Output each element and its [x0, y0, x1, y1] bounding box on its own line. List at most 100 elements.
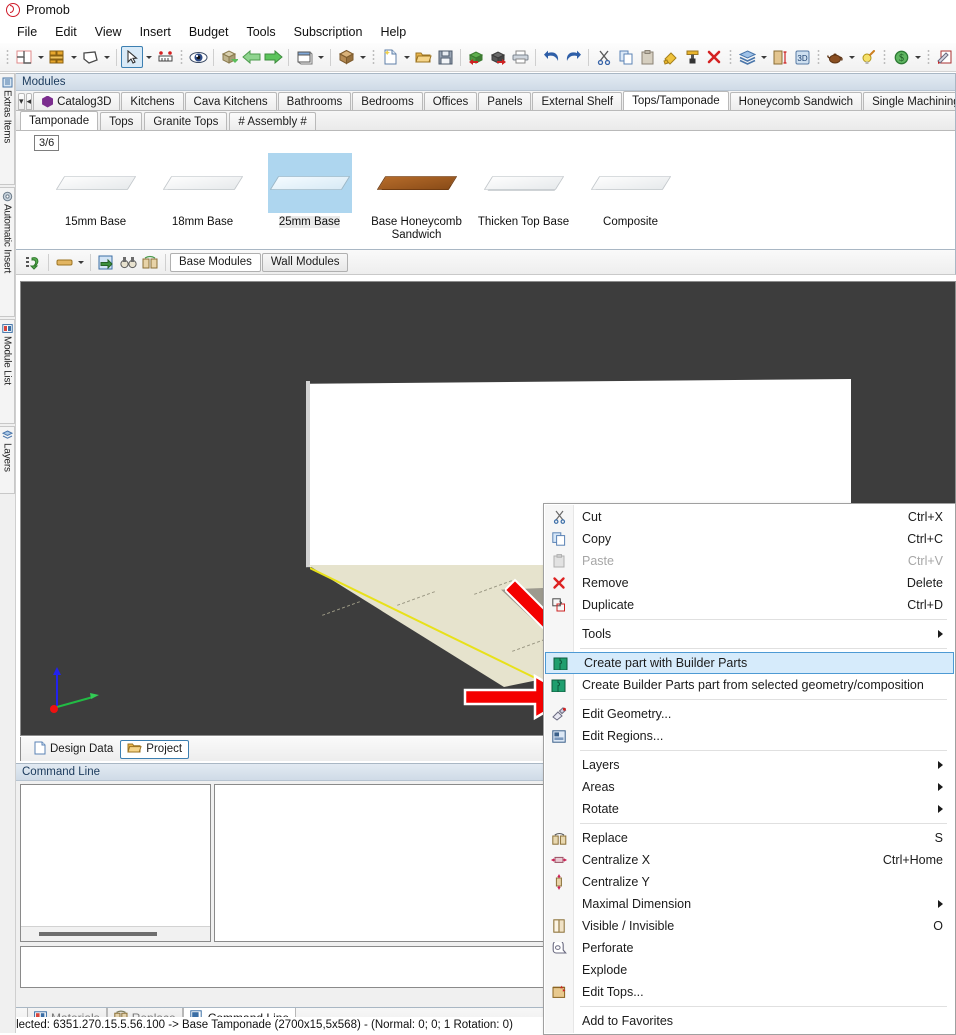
- new-file-dropdown[interactable]: [401, 46, 412, 68]
- context-menu-item-cut[interactable]: Cut Ctrl+X: [544, 506, 955, 528]
- color-bar-dropdown[interactable]: [75, 251, 86, 273]
- tab-cava-kitchens[interactable]: Cava Kitchens: [184, 92, 277, 110]
- open-folder-icon[interactable]: [412, 46, 434, 68]
- menu-help[interactable]: Help: [371, 22, 415, 42]
- menu-budget[interactable]: Budget: [180, 22, 238, 42]
- context-menu-item-centralize-y[interactable]: Centralize Y: [544, 871, 955, 893]
- context-menu-item-layers[interactable]: Layers: [544, 754, 955, 776]
- subtab-tops[interactable]: Tops: [100, 112, 143, 130]
- light-bulb-icon[interactable]: [857, 46, 879, 68]
- tab-single-machining[interactable]: Single Machining: [863, 92, 955, 110]
- perspective-box-icon[interactable]: [293, 46, 315, 68]
- format-painter-icon[interactable]: [681, 46, 703, 68]
- context-menu-item-perforate[interactable]: Perforate: [544, 937, 955, 959]
- room-plan-icon[interactable]: [13, 46, 35, 68]
- measure-ruler-icon[interactable]: [154, 46, 176, 68]
- toolbar-grip[interactable]: [6, 48, 9, 66]
- new-file-icon[interactable]: [379, 46, 401, 68]
- subtab-granite-tops[interactable]: Granite Tops: [144, 112, 228, 130]
- tab-bathrooms[interactable]: Bathrooms: [277, 92, 352, 110]
- tab-honeycomb-sandwich[interactable]: Honeycomb Sandwich: [729, 92, 863, 110]
- wall-brick-dropdown[interactable]: [68, 46, 79, 68]
- tab-wall-modules[interactable]: Wall Modules: [261, 252, 349, 272]
- sidebar-item-layers[interactable]: Layers: [0, 426, 15, 494]
- context-menu-item-rotate[interactable]: Rotate: [544, 798, 955, 820]
- command-history-list[interactable]: [20, 784, 211, 942]
- module-add-icon[interactable]: [218, 46, 240, 68]
- wall-brick-icon[interactable]: [46, 46, 68, 68]
- context-menu-item-maximal-dimension[interactable]: Maximal Dimension: [544, 893, 955, 915]
- tab-tops-tamponade[interactable]: Tops/Tamponade: [623, 91, 729, 110]
- sidebar-item-automatic-insert[interactable]: Automatic Insert: [0, 187, 15, 317]
- menu-view[interactable]: View: [86, 22, 131, 42]
- print-icon[interactable]: [509, 46, 531, 68]
- import-green-icon[interactable]: [465, 46, 487, 68]
- layers-stack-icon[interactable]: [736, 46, 758, 68]
- context-menu-item-copy[interactable]: Copy Ctrl+C: [544, 528, 955, 550]
- menu-edit[interactable]: Edit: [46, 22, 86, 42]
- layers-stack-dropdown[interactable]: [758, 46, 769, 68]
- polygon-shape-icon[interactable]: [79, 46, 101, 68]
- catalog-item-25mm-base[interactable]: 25mm Base: [256, 153, 363, 242]
- scrollbar-thumb[interactable]: [39, 932, 157, 936]
- context-menu-item-edit-tops[interactable]: Edit Tops...: [544, 981, 955, 1003]
- toolbar-grip[interactable]: [180, 48, 183, 66]
- toolbar-grip[interactable]: [372, 48, 375, 66]
- insert-module-icon[interactable]: [95, 251, 117, 273]
- room-plan-dropdown[interactable]: [35, 46, 46, 68]
- tab-offices[interactable]: Offices: [423, 92, 478, 110]
- catalog-item-18mm-base[interactable]: 18mm Base: [149, 153, 256, 242]
- arrow-right-green-icon[interactable]: [262, 46, 284, 68]
- paint-bucket-icon[interactable]: [659, 46, 681, 68]
- context-menu-item-replace[interactable]: Replace S: [544, 827, 955, 849]
- eye-visibility-icon[interactable]: [187, 46, 209, 68]
- subtab-assembly[interactable]: # Assembly #: [229, 112, 316, 130]
- toolbar-grip[interactable]: [729, 48, 732, 66]
- budget-dollar-dropdown[interactable]: [912, 46, 923, 68]
- catalog-item-base-honeycomb-sandwich[interactable]: Base Honeycomb Sandwich: [363, 153, 470, 242]
- select-cursor-icon[interactable]: [121, 46, 143, 68]
- tab-base-modules[interactable]: Base Modules: [170, 252, 261, 272]
- toolbar-grip[interactable]: [817, 48, 820, 66]
- context-menu-item-edit-regions[interactable]: Edit Regions...: [544, 725, 955, 747]
- find-binoculars-icon[interactable]: [117, 251, 139, 273]
- redo-icon[interactable]: [562, 46, 584, 68]
- sidebar-item-extras-items[interactable]: Extras Items: [0, 73, 15, 185]
- paste-icon[interactable]: [637, 46, 659, 68]
- sidebar-item-module-list[interactable]: Module List: [0, 319, 15, 424]
- context-menu-item-tools[interactable]: Tools: [544, 623, 955, 645]
- context-menu-item-visible-invisible[interactable]: Visible / Invisible O: [544, 915, 955, 937]
- arrow-left-green-icon[interactable]: [240, 46, 262, 68]
- refresh-modules-icon[interactable]: [22, 251, 44, 273]
- view-3d-icon[interactable]: 3D: [791, 46, 813, 68]
- tab-panels[interactable]: Panels: [478, 92, 532, 110]
- menu-tools[interactable]: Tools: [237, 22, 284, 42]
- context-menu-item-edit-geometry[interactable]: Edit Geometry...: [544, 703, 955, 725]
- budget-dollar-icon[interactable]: $: [890, 46, 912, 68]
- subtab-tamponade[interactable]: Tamponade: [20, 111, 99, 130]
- save-disk-icon[interactable]: [434, 46, 456, 68]
- menu-subscription[interactable]: Subscription: [285, 22, 372, 42]
- delete-x-icon[interactable]: [703, 46, 725, 68]
- menu-insert[interactable]: Insert: [131, 22, 180, 42]
- context-menu-item-duplicate[interactable]: Duplicate Ctrl+D: [544, 594, 955, 616]
- context-menu-item-create-part-with-builder-parts[interactable]: Create part with Builder Parts: [545, 652, 954, 674]
- color-bar-icon[interactable]: [53, 251, 75, 273]
- replace-module-icon[interactable]: [139, 251, 161, 273]
- tab-bedrooms[interactable]: Bedrooms: [352, 92, 423, 110]
- export-red-icon[interactable]: [487, 46, 509, 68]
- chevron-down-icon[interactable]: ▾: [18, 93, 25, 110]
- context-menu-item-areas[interactable]: Areas: [544, 776, 955, 798]
- tab-project[interactable]: Project: [120, 739, 190, 759]
- toolbar-grip[interactable]: [883, 48, 886, 66]
- context-menu-item-add-to-favorites[interactable]: Add to Favorites: [544, 1010, 955, 1032]
- horizontal-scrollbar[interactable]: [21, 926, 210, 941]
- catalog-item-composite[interactable]: Composite: [577, 153, 684, 242]
- perspective-box-dropdown[interactable]: [315, 46, 326, 68]
- context-menu-item-create-builder-parts-from-geometry[interactable]: Create Builder Parts part from selected …: [544, 674, 955, 696]
- dimension-height-icon[interactable]: [769, 46, 791, 68]
- context-menu-item-centralize-x[interactable]: Centralize X Ctrl+Home: [544, 849, 955, 871]
- toolbar-grip[interactable]: [927, 48, 930, 66]
- copy-icon[interactable]: [615, 46, 637, 68]
- polygon-shape-dropdown[interactable]: [101, 46, 112, 68]
